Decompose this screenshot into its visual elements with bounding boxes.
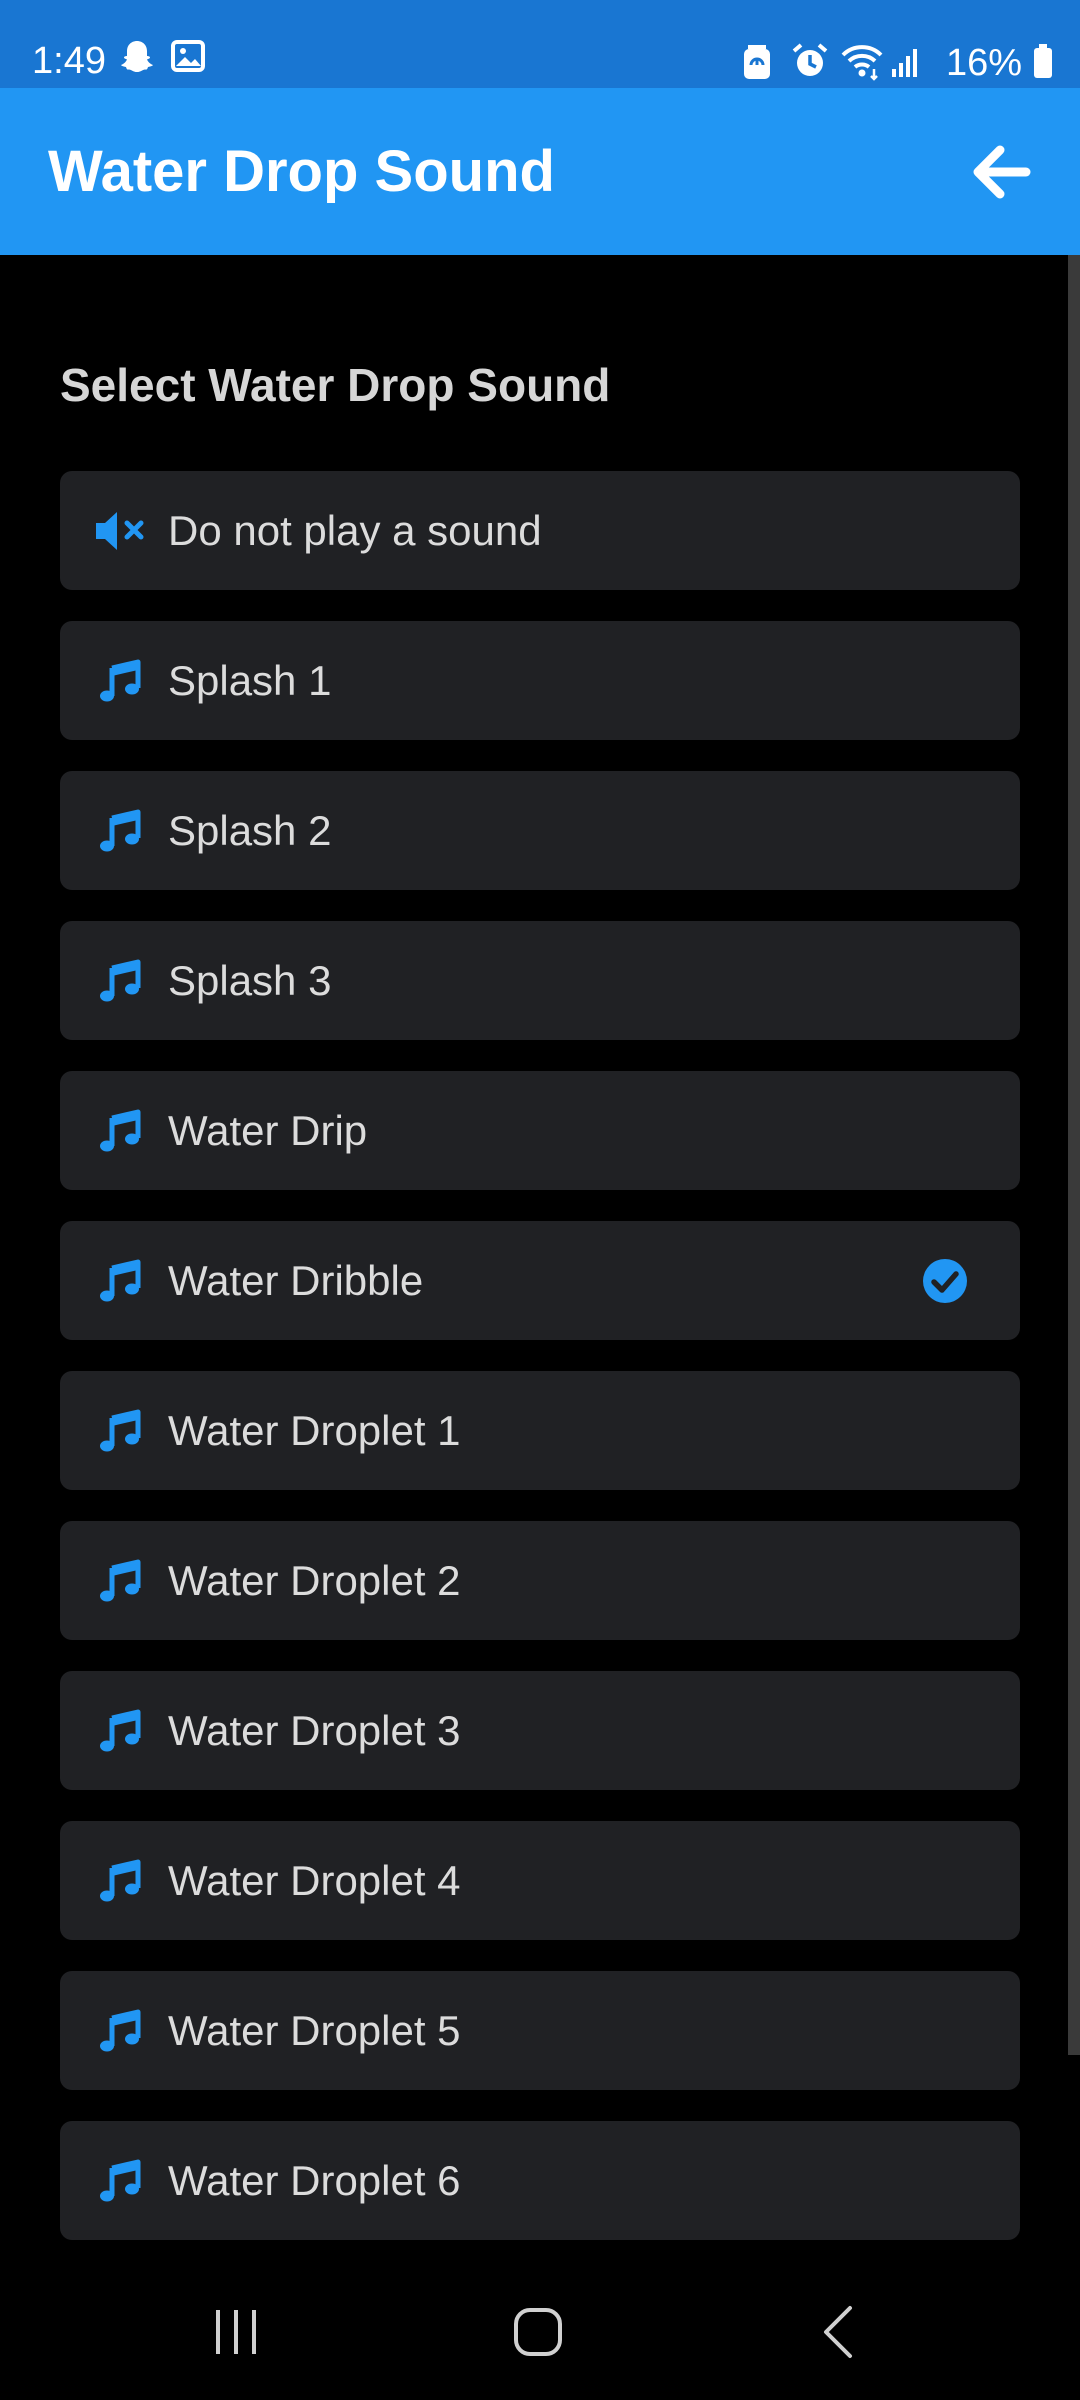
sound-option-label: Water Droplet 2 — [168, 1557, 461, 1604]
sound-option[interactable]: Splash 1 — [60, 621, 1020, 740]
nav-back-button[interactable] — [790, 2287, 890, 2377]
home-button[interactable] — [488, 2287, 588, 2377]
sound-option-label: Water Droplet 4 — [168, 1857, 461, 1904]
sound-option[interactable]: Water Droplet 6 — [60, 2121, 1020, 2240]
home-icon — [514, 2308, 562, 2356]
sound-option-label: Do not play a sound — [168, 507, 542, 554]
music-note-icon — [92, 808, 148, 854]
sound-option-label: Splash 3 — [168, 957, 332, 1004]
scrollbar[interactable] — [1068, 255, 1080, 2055]
music-note-icon — [92, 2158, 148, 2204]
sound-option[interactable]: Water Droplet 2 — [60, 1521, 1020, 1640]
scrollbar-thumb[interactable] — [1068, 255, 1080, 2055]
battery-icon — [1032, 41, 1054, 85]
snapchat-icon — [118, 38, 158, 82]
music-note-icon — [92, 1258, 148, 1304]
sound-option-label: Water Droplet 6 — [168, 2157, 461, 2204]
navigation-bar — [0, 2265, 1080, 2400]
sound-option[interactable]: Water Drip — [60, 1071, 1020, 1190]
music-note-icon — [92, 658, 148, 704]
section-title: Select Water Drop Sound — [60, 359, 611, 411]
music-note-icon — [92, 1558, 148, 1604]
music-note-icon — [92, 1408, 148, 1454]
sound-option[interactable]: Water Dribble — [60, 1221, 1020, 1340]
status-bar: 1:49 16% — [0, 0, 1080, 88]
wifi-icon — [840, 41, 883, 85]
music-note-icon — [92, 1858, 148, 1904]
sound-option[interactable]: Splash 3 — [60, 921, 1020, 1040]
sound-option[interactable]: Water Droplet 3 — [60, 1671, 1020, 1790]
app-bar: Water Drop Sound — [0, 88, 1080, 255]
status-time: 1:49 — [32, 40, 106, 82]
gallery-icon — [170, 38, 210, 82]
recents-button[interactable] — [186, 2287, 286, 2377]
sound-option-label: Water Dribble — [168, 1257, 424, 1304]
alarm-icon — [790, 41, 830, 85]
sound-option-label: Splash 1 — [168, 657, 332, 704]
back-icon — [824, 2306, 852, 2358]
sound-option[interactable]: Water Droplet 4 — [60, 1821, 1020, 1940]
sound-option-label: Water Droplet 3 — [168, 1707, 461, 1754]
sound-option-label: Water Droplet 5 — [168, 2007, 461, 2054]
sound-option[interactable]: Splash 2 — [60, 771, 1020, 890]
sound-option-label: Water Drip — [168, 1107, 368, 1154]
back-button[interactable] — [960, 130, 1044, 214]
music-note-icon — [92, 1108, 148, 1154]
music-note-icon — [92, 1708, 148, 1754]
arrow-back-icon — [973, 145, 1031, 199]
sound-option[interactable]: Do not play a sound — [60, 471, 1020, 590]
status-notification-icons — [118, 38, 210, 82]
content-area[interactable]: Select Water Drop Sound Do not play a so… — [0, 255, 1080, 2265]
battery-percent: 16% — [945, 42, 1022, 84]
battery-saver-icon — [740, 41, 780, 85]
check-circle-icon — [922, 1258, 968, 1304]
sound-option-label: Water Droplet 1 — [168, 1407, 461, 1454]
mute-icon — [92, 508, 148, 554]
status-system-icons: 16% — [740, 38, 1054, 88]
page-title: Water Drop Sound — [48, 139, 555, 204]
sound-option[interactable]: Water Droplet 5 — [60, 1971, 1020, 2090]
signal-icon — [890, 41, 930, 85]
sound-list: Do not play a sound Splash 1 Splash 2 Splas… — [60, 471, 1020, 2271]
sound-option[interactable]: Water Droplet 1 — [60, 1371, 1020, 1490]
music-note-icon — [92, 958, 148, 1004]
music-note-icon — [92, 2008, 148, 2054]
sound-option-label: Splash 2 — [168, 807, 332, 854]
recents-icon — [216, 2310, 256, 2354]
